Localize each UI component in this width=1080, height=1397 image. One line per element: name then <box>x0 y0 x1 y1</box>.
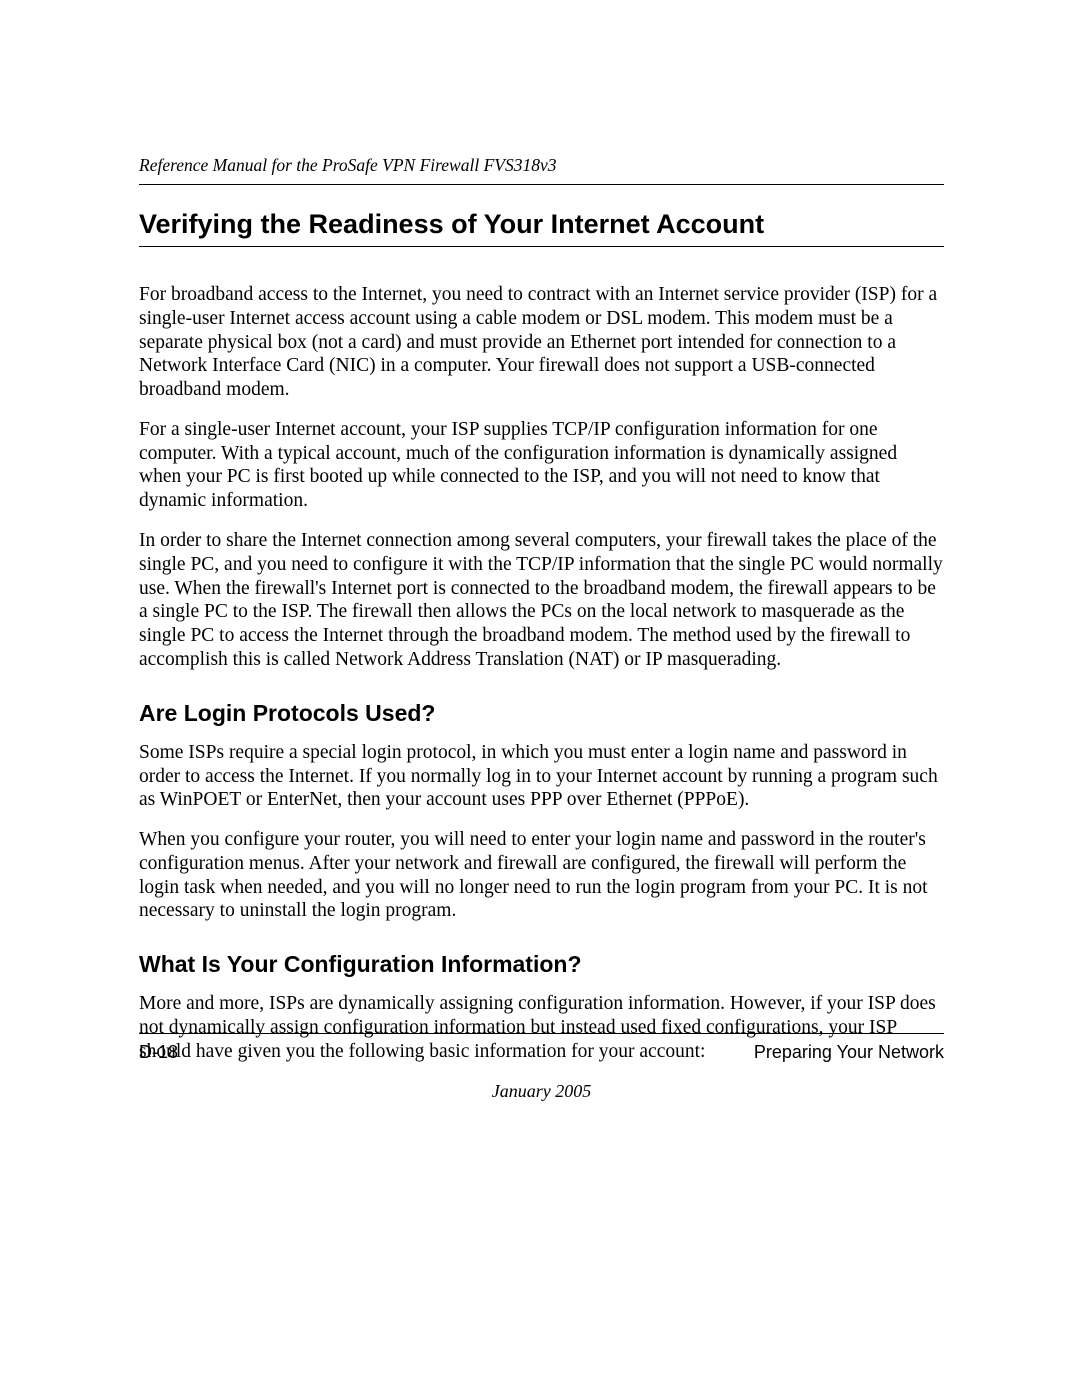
running-head: Reference Manual for the ProSafe VPN Fir… <box>139 155 944 176</box>
footer-rule <box>139 1033 944 1034</box>
paragraph-single-user-account: For a single-user Internet account, your… <box>139 418 944 513</box>
page-footer: D-18 Preparing Your Network January 2005 <box>139 1033 944 1102</box>
paragraph-configure-router: When you configure your router, you will… <box>139 828 944 923</box>
paragraph-share-connection: In order to share the Internet connectio… <box>139 529 944 672</box>
paragraph-broadband-access: For broadband access to the Internet, yo… <box>139 283 944 402</box>
heading-configuration-information: What Is Your Configuration Information? <box>139 951 944 978</box>
heading-login-protocols: Are Login Protocols Used? <box>139 700 944 727</box>
footer-section-label: Preparing Your Network <box>754 1042 944 1063</box>
paragraph-login-protocol: Some ISPs require a special login protoc… <box>139 741 944 812</box>
footer-date: January 2005 <box>139 1081 944 1102</box>
document-page: Reference Manual for the ProSafe VPN Fir… <box>0 0 1080 1397</box>
page-number: D-18 <box>139 1042 178 1063</box>
heading-verifying-readiness: Verifying the Readiness of Your Internet… <box>139 209 944 247</box>
header-rule <box>139 184 944 185</box>
